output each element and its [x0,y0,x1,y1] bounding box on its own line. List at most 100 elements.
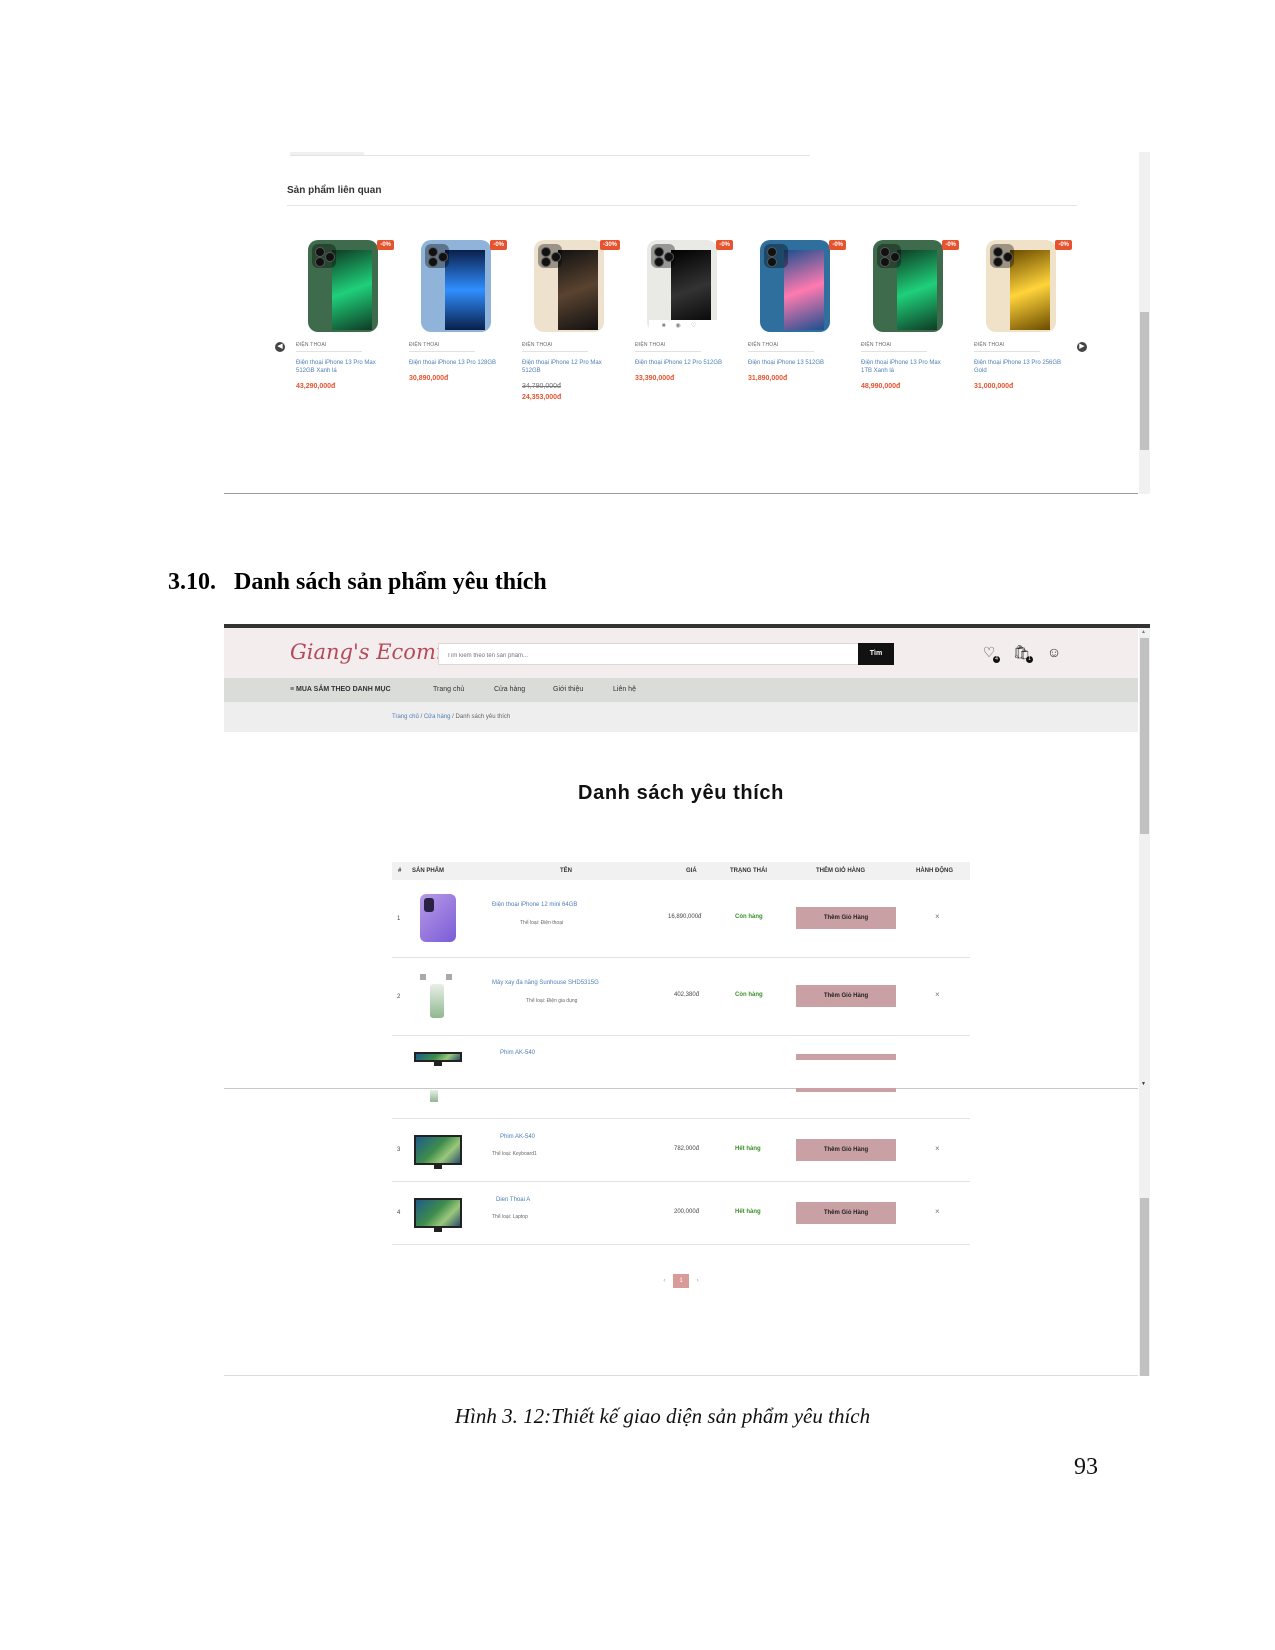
product-card[interactable]: -0% ■◉♡ ĐIỆN THOẠI Điện thoại iPhone 12 … [635,238,735,382]
product-image[interactable]: -0% [296,238,396,334]
product-name[interactable]: Điện thoại iPhone 13 Pro Max 512GB Xanh … [296,359,386,375]
product-card[interactable]: -0% ĐIỆN THOẠI Điện thoại iPhone 13 Pro … [974,238,1074,390]
product-price: 24,353,000đ [522,394,562,401]
section-heading: 3.10. Danh sách sản phẩm yêu thích [168,569,565,596]
product-card[interactable]: -30% ĐIỆN THOẠI Điện thoại iPhone 12 Pro… [522,238,622,401]
add-to-cart-button-partial[interactable] [796,1054,896,1060]
scroll-up-icon[interactable]: ▲ [1141,629,1146,635]
col-price: GIÁ [686,868,697,874]
pager-prev[interactable]: ‹ [663,1278,665,1284]
product-thumbnail[interactable] [416,892,460,942]
row-index: 4 [397,1210,401,1216]
product-card[interactable]: -0% ĐIỆN THOẠI Điện thoại iPhone 13 512G… [748,238,848,382]
remove-icon[interactable]: × [935,990,940,999]
table-row: 2 Máy xay đa năng Sunhouse SHD5315G Thể … [392,958,970,1036]
search-input[interactable] [439,646,849,666]
scrollbar[interactable]: ▲ ▼ [1139,628,1150,1088]
discount-badge: -0% [829,240,846,250]
related-products-title: Sản phẩm liên quan [287,185,382,196]
wishlist-count: 4 [993,656,1000,663]
remove-icon[interactable]: × [935,1144,940,1153]
product-old-price: 34,790,000đ [522,383,561,390]
product-name[interactable]: Điện thoại iPhone 13 Pro 128GB [409,359,499,367]
product-image[interactable]: -0% [409,238,509,334]
product-price: 31,890,000đ [748,375,788,382]
col-product: SẢN PHẨM [412,868,445,874]
product-price: 782,000đ [674,1146,700,1152]
breadcrumb-shop[interactable]: Cửa hàng [424,714,451,720]
user-icon[interactable]: ☺ [1045,644,1063,662]
row-index: 3 [397,1147,401,1153]
product-name[interactable]: Điện thoại iPhone 12 Pro Max 512GB [522,359,612,375]
nav-contact[interactable]: Liên hệ [613,686,636,693]
search-box[interactable] [438,643,860,666]
wishlist-icon[interactable]: ♡ 4 [980,644,1000,663]
product-thumbnail[interactable] [414,1135,462,1169]
row-index: 1 [397,916,401,922]
breadcrumb-home[interactable]: Trang chủ [392,714,419,720]
nav-about[interactable]: Giới thiệu [553,686,583,693]
product-name-link[interactable]: Phim AK-540 [500,1134,535,1140]
discount-badge: -0% [942,240,959,250]
product-name[interactable]: Điện thoại iPhone 13 512GB [748,359,838,367]
discount-badge: -0% [1055,240,1072,250]
carousel-prev-icon[interactable]: ◀ [275,342,285,352]
product-category: ĐIỆN THOẠI [296,342,327,348]
wishlist-table-header: # SẢN PHẨM TÊN GIÁ TRẠNG THÁI THÊM GIỎ H… [392,862,970,880]
nav-shop[interactable]: Cửa hàng [494,686,525,693]
add-to-cart-button[interactable]: Thêm Giỏ Hàng [796,1139,896,1161]
product-thumbnail-partial [424,1090,444,1104]
add-to-cart-button[interactable]: Thêm Giỏ Hàng [796,985,896,1007]
product-card[interactable]: -0% ĐIỆN THOẠI Điện thoại iPhone 13 Pro … [296,238,396,390]
scroll-down-icon[interactable]: ▼ [1141,1081,1146,1087]
product-name-link[interactable]: Phim AK-540 [500,1050,535,1056]
product-image[interactable]: -0% [748,238,848,334]
product-category: ĐIỆN THOẠI [522,342,553,348]
product-name[interactable]: Điện thoại iPhone 13 Pro Max 1TB Xanh lá [861,359,951,375]
search-button[interactable]: Tìm [858,643,894,665]
add-to-cart-button-partial[interactable] [796,1088,896,1092]
scrollbar[interactable] [1139,1088,1150,1376]
stock-status: Còn hàng [735,992,763,998]
main-nav: ≡ MUA SẮM THEO DANH MỤC Trang chủ Cửa hà… [224,678,1138,702]
carousel-next-icon[interactable]: ▶ [1077,342,1087,352]
col-status: TRẠNG THÁI [730,868,767,874]
nav-home[interactable]: Trang chủ [433,686,464,693]
col-add-cart: THÊM GIỎ HÀNG [816,868,865,874]
product-thumbnail[interactable] [416,970,460,1020]
product-image[interactable]: -0% [861,238,961,334]
page-title: Danh sách yêu thích [578,782,784,804]
product-image[interactable]: -30% [522,238,622,334]
stock-status: Hết hàng [735,1146,761,1152]
cart-icon[interactable]: 🛍 1 [1013,644,1033,663]
product-card[interactable]: -0% ĐIỆN THOẠI Điện thoại iPhone 13 Pro … [861,238,961,390]
product-price: 33,390,000đ [635,375,675,382]
breadcrumb-current: Danh sách yêu thích [455,714,511,720]
remove-icon[interactable]: × [935,1207,940,1216]
product-thumbnail[interactable] [414,1198,462,1232]
pager-next[interactable]: › [697,1278,699,1284]
product-type: Thể loại: Keyboard1 [492,1151,537,1157]
product-name-link[interactable]: Máy xay đa năng Sunhouse SHD5315G [492,980,599,986]
section-title: Danh sách sản phẩm yêu thích [234,569,547,595]
screenshot-seam [224,1088,1138,1089]
product-image[interactable]: -0% [974,238,1074,334]
add-to-cart-button[interactable]: Thêm Giỏ Hàng [796,1202,896,1224]
related-products-screenshot: Sản phẩm liên quan ◀ ▶ -0% ĐIỆN THOẠI Đi… [224,152,1150,494]
scrollbar[interactable] [1139,152,1150,494]
quick-actions-bar[interactable]: ■◉♡ [649,320,719,332]
product-name[interactable]: Điện thoại iPhone 12 Pro 512GB [635,359,725,367]
product-name-link[interactable]: Dien Thoai A [496,1197,530,1203]
nav-categories[interactable]: ≡ MUA SẮM THEO DANH MỤC [290,686,391,693]
pager-page[interactable]: 1 [673,1274,689,1288]
product-name-link[interactable]: Điện thoại iPhone 12 mini 64GB [492,902,577,908]
col-name: TÊN [560,868,572,874]
product-card[interactable]: -0% ĐIỆN THOẠI Điện thoại iPhone 13 Pro … [409,238,509,382]
remove-icon[interactable]: × [935,912,940,921]
col-action: HÀNH ĐỘNG [916,868,953,874]
product-name[interactable]: Điện thoại iPhone 13 Pro 256GB Gold [974,359,1064,375]
product-thumbnail[interactable] [414,1052,462,1066]
table-row: 4 Dien Thoai A Thể loại: Laptop 200,000đ… [392,1182,970,1245]
add-to-cart-button[interactable]: Thêm Giỏ Hàng [796,907,896,929]
product-image[interactable]: -0% ■◉♡ [635,238,735,334]
